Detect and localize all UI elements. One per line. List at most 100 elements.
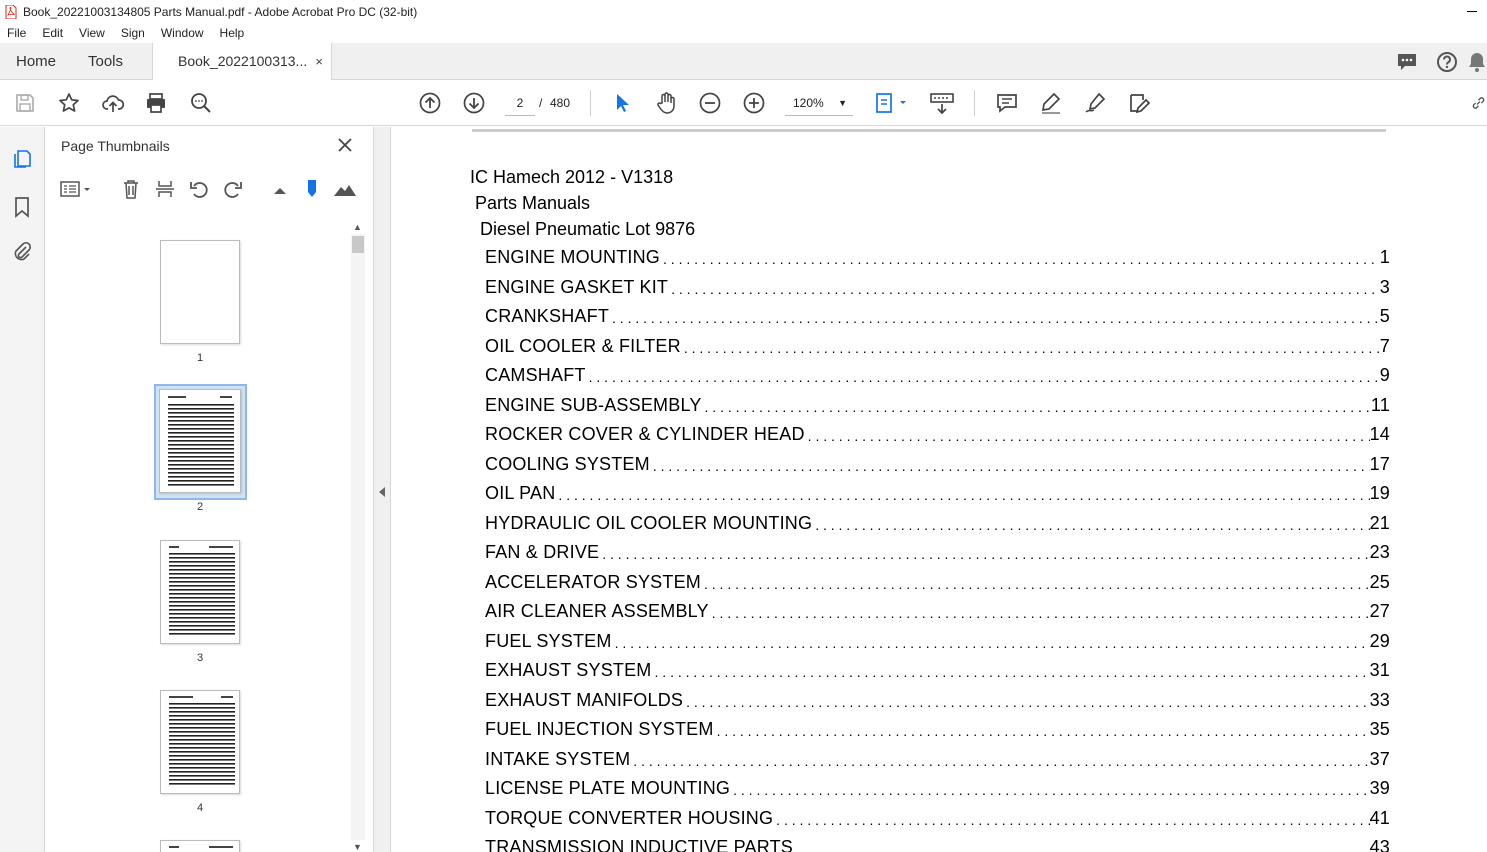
list-options-icon bbox=[60, 181, 90, 197]
menu-file[interactable]: File bbox=[0, 26, 34, 40]
printer-icon bbox=[147, 93, 165, 113]
thumbnail-toc-lines bbox=[169, 546, 235, 635]
toc-entry[interactable]: TRANSMISSION INDUCTIVE PARTS 43 bbox=[485, 836, 1390, 852]
toc-dot-leader bbox=[812, 516, 1369, 534]
rotate-counterclockwise-button[interactable] bbox=[187, 177, 211, 201]
bell-icon bbox=[1469, 52, 1485, 72]
toc-entry-page: 23 bbox=[1369, 542, 1390, 562]
zoom-in-button[interactable] bbox=[742, 91, 766, 115]
draw-button[interactable] bbox=[1083, 91, 1107, 115]
find-button[interactable] bbox=[189, 91, 213, 115]
collapse-panel-icon[interactable] bbox=[379, 487, 385, 497]
menu-window[interactable]: Window bbox=[153, 26, 212, 40]
pen-nib-icon bbox=[1085, 92, 1106, 113]
toc-entry[interactable]: LICENSE PLATE MOUNTING 39 bbox=[485, 777, 1390, 799]
thumbnail-scrollbar[interactable]: ▲ ▼ bbox=[351, 222, 365, 852]
scroll-mode-button[interactable] bbox=[929, 91, 955, 115]
tab-document[interactable]: Book_2022100313... × bbox=[152, 43, 332, 81]
page-number-input[interactable]: 2 bbox=[505, 90, 535, 116]
fill-sign-button[interactable] bbox=[1127, 91, 1151, 115]
menu-view[interactable]: View bbox=[71, 26, 113, 40]
delete-page-button[interactable] bbox=[119, 177, 143, 201]
menu-edit[interactable]: Edit bbox=[34, 26, 71, 40]
menu-help[interactable]: Help bbox=[212, 26, 253, 40]
share-link-button[interactable] bbox=[1470, 91, 1487, 115]
thumbnail-size-slider[interactable] bbox=[300, 177, 324, 201]
toc-dot-leader bbox=[683, 693, 1369, 711]
panel-close-button[interactable] bbox=[335, 135, 355, 155]
tab-home[interactable]: Home bbox=[16, 43, 56, 80]
rotate-left-icon bbox=[190, 182, 208, 198]
toc-entry[interactable]: ENGINE MOUNTING 1 bbox=[485, 246, 1390, 268]
page-thumbnails-nav-button[interactable] bbox=[10, 147, 34, 171]
menu-sign[interactable]: Sign bbox=[113, 26, 153, 40]
zoom-level-select[interactable]: 120% ▼ bbox=[785, 90, 853, 116]
toc-entry[interactable]: AIR CLEANER ASSEMBLY 27 bbox=[485, 600, 1390, 622]
rotate-clockwise-button[interactable] bbox=[221, 177, 245, 201]
thumbnail-toolbar bbox=[45, 175, 374, 205]
toc-dot-leader bbox=[586, 368, 1380, 386]
toc-entry[interactable]: INTAKE SYSTEM 37 bbox=[485, 748, 1390, 770]
help-button[interactable] bbox=[1427, 43, 1467, 80]
toc-entry-title: ENGINE GASKET KIT bbox=[485, 276, 669, 297]
hand-tool-button[interactable] bbox=[654, 91, 678, 115]
toc-entry[interactable]: EXHAUST MANIFOLDS 33 bbox=[485, 689, 1390, 711]
save-button[interactable] bbox=[13, 91, 37, 115]
toc-entry[interactable]: OIL COOLER & FILTER 7 bbox=[485, 335, 1390, 357]
scrollbar-thumb[interactable] bbox=[352, 236, 364, 253]
comment-button[interactable] bbox=[995, 91, 1019, 115]
tab-tools[interactable]: Tools bbox=[88, 43, 123, 80]
thumbnail-options-button[interactable] bbox=[59, 177, 93, 201]
trash-icon bbox=[124, 180, 138, 199]
arrow-up-circle-icon bbox=[419, 92, 441, 114]
toc-entry[interactable]: OIL PAN 19 bbox=[485, 482, 1390, 504]
toc-entry[interactable]: EXHAUST SYSTEM 31 bbox=[485, 659, 1390, 681]
toc-entry[interactable]: TORQUE CONVERTER HOUSING 41 bbox=[485, 807, 1390, 829]
toc-entry-title: FUEL INJECTION SYSTEM bbox=[485, 719, 714, 739]
minimize-button[interactable] bbox=[1457, 0, 1487, 23]
toc-entry-title: ACCELERATOR SYSTEM bbox=[485, 571, 701, 592]
highlight-button[interactable] bbox=[1039, 91, 1063, 115]
toc-entry[interactable]: FUEL INJECTION SYSTEM 35 bbox=[485, 718, 1390, 740]
panel-splitter[interactable] bbox=[374, 127, 391, 852]
previous-page-button[interactable] bbox=[418, 91, 442, 115]
document-view[interactable]: IC Hamech 2012 - V1318 Parts Manuals Die… bbox=[392, 127, 1487, 852]
page-fit-button[interactable] bbox=[873, 91, 909, 115]
scroll-down-icon[interactable]: ▼ bbox=[353, 842, 362, 852]
toc-entry-title: AIR CLEANER ASSEMBLY bbox=[485, 601, 709, 621]
bookmarks-nav-button[interactable] bbox=[10, 195, 34, 219]
toc-entry[interactable]: CAMSHAFT 9 bbox=[485, 364, 1390, 386]
next-page-button[interactable] bbox=[462, 91, 486, 115]
toc-entry[interactable]: CRANKSHAFT 5 bbox=[485, 305, 1390, 327]
upload-button[interactable] bbox=[101, 91, 125, 115]
document-heading-1: IC Hamech 2012 - V1318 bbox=[470, 167, 674, 187]
scroll-up-icon[interactable]: ▲ bbox=[353, 222, 362, 232]
toc-entry-title: EXHAUST MANIFOLDS bbox=[485, 689, 684, 710]
toc-entry[interactable]: HYDRAULIC OIL COOLER MOUNTING 21 bbox=[485, 512, 1390, 534]
toc-entry[interactable]: FUEL SYSTEM 29 bbox=[485, 630, 1390, 652]
toc-entry[interactable]: COOLING SYSTEM 17 bbox=[485, 453, 1390, 475]
toc-entry[interactable]: ACCELERATOR SYSTEM 25 bbox=[485, 571, 1390, 593]
toc-entry-page: 1 bbox=[1379, 247, 1390, 267]
bookmark-star-button[interactable] bbox=[57, 91, 81, 115]
select-tool-button[interactable] bbox=[610, 91, 634, 115]
tab-close-button[interactable]: × bbox=[315, 43, 323, 80]
toc-entry[interactable]: ENGINE GASKET KIT 3 bbox=[485, 276, 1390, 298]
notifications-button[interactable] bbox=[1467, 43, 1487, 80]
extract-page-button[interactable] bbox=[153, 177, 177, 201]
comment-bubble-button[interactable] bbox=[1387, 43, 1427, 80]
toc-entry[interactable]: ROCKER COVER & CYLINDER HEAD 14 bbox=[485, 423, 1390, 445]
toc-entry-page: 43 bbox=[1369, 837, 1390, 852]
toc-entry-title: OIL COOLER & FILTER bbox=[485, 335, 681, 356]
thumbnail-smaller-button[interactable] bbox=[268, 177, 292, 201]
toc-dot-leader bbox=[805, 427, 1370, 445]
toc-entry[interactable]: FAN & DRIVE 23 bbox=[485, 541, 1390, 563]
thumbnail-larger-button[interactable] bbox=[333, 177, 357, 201]
attachments-nav-button[interactable] bbox=[10, 240, 34, 264]
toc-dot-leader bbox=[599, 545, 1369, 563]
toc-entry[interactable]: ENGINE SUB-ASSEMBLY 11 bbox=[485, 394, 1390, 416]
print-button[interactable] bbox=[144, 91, 168, 115]
zoom-out-button[interactable] bbox=[698, 91, 722, 115]
page-total: 480 bbox=[550, 96, 571, 110]
toc-entry-title: TORQUE CONVERTER HOUSING bbox=[485, 807, 774, 828]
